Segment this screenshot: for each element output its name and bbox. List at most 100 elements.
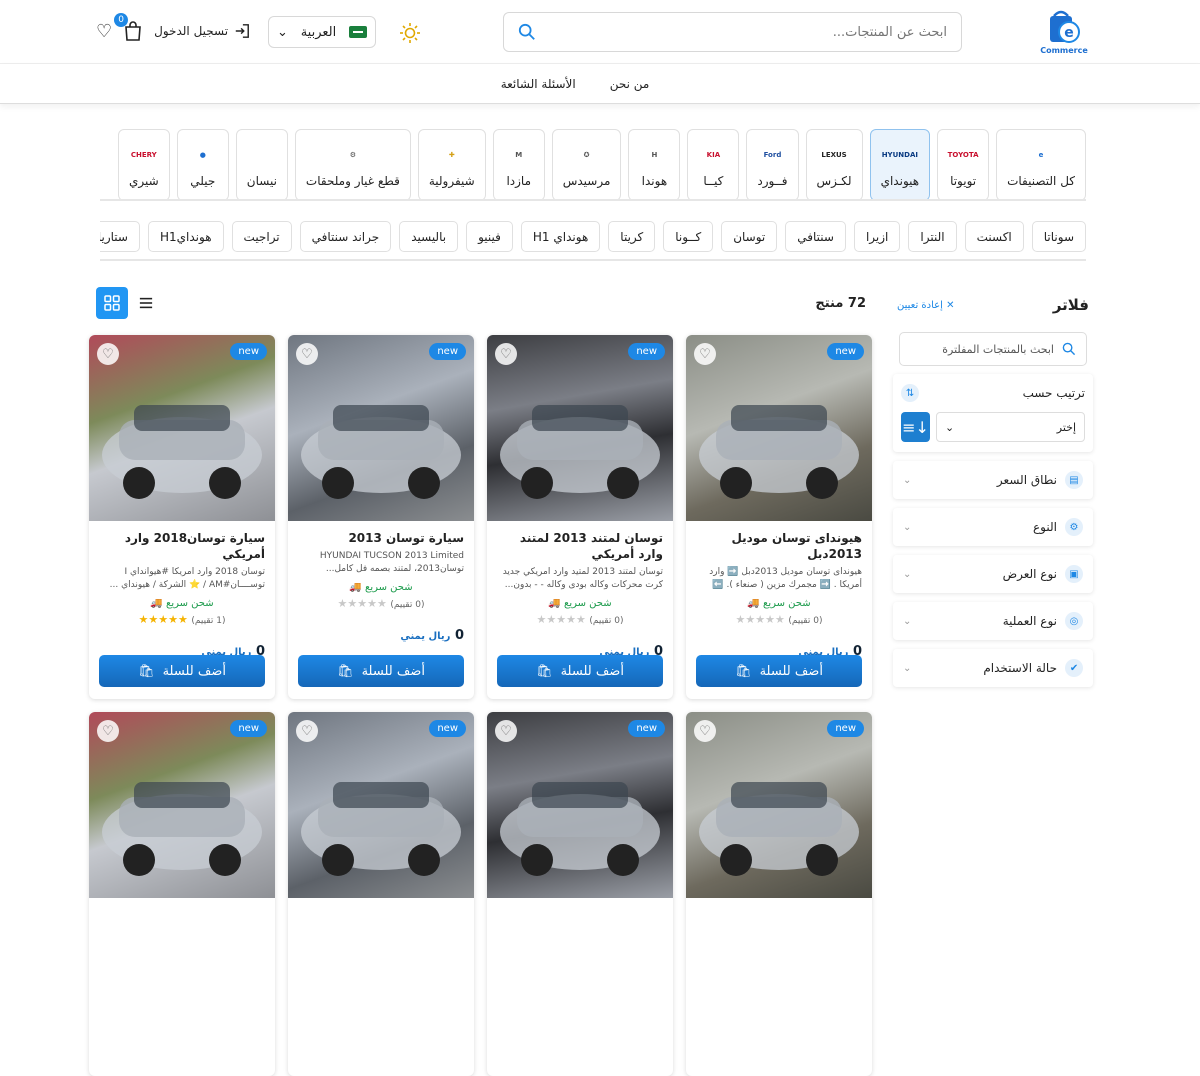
favorite-heart-icon[interactable]: ♡ [97,343,119,365]
operation-icon: ◎ [1065,612,1083,630]
car-image [500,782,660,876]
product-title[interactable]: توسان لمتند 2013 لمتند وارد أمريكي [497,530,663,562]
category-label: مازدا [506,174,531,188]
category-12[interactable]: ● جيلي [176,129,229,199]
car-image [699,782,859,876]
category-11[interactable]: نيسان [235,129,288,199]
filter-4[interactable]: ✔ حالة الاستخدام ⌄ [893,649,1093,687]
category-13[interactable]: CHERY شيري [117,129,170,199]
login-link[interactable]: تسجيل الدخول [154,23,250,39]
product-card[interactable]: ♡ new [487,712,673,1076]
favorite-heart-icon[interactable]: ♡ [495,343,517,365]
reset-filters-link[interactable]: ✕ إعادة تعيين [897,300,954,311]
product-card[interactable]: ♡ new هيونداى توسان موديل 2013دبل هيونداى ت… [686,335,872,699]
model-chip[interactable]: فينيو [466,221,513,252]
favorite-heart-icon[interactable]: ♡ [296,720,318,742]
category-10[interactable]: ⚙ قطع غيار وملحقات [294,129,411,199]
model-chip[interactable]: سوناتا [1031,221,1086,252]
search-bar[interactable] [503,12,962,52]
category-3[interactable]: LEXUS لكـزس [805,129,863,199]
product-photo[interactable]: ♡ new [686,712,872,898]
model-chip[interactable]: هونداي H1 [520,221,601,252]
favorites-heart-icon[interactable]: ♡ [96,21,112,42]
favorite-heart-icon[interactable]: ♡ [495,720,517,742]
product-card[interactable]: ♡ new توسان لمتند 2013 لمتند وارد أمريكي تو… [487,335,673,699]
model-chip[interactable]: توسان [721,221,778,252]
category-9[interactable]: ✚ شيفرولية [417,129,486,199]
rating: (0 تقييم) ★★★★★ [337,597,425,610]
sort-direction-button[interactable]: ↓≡ [901,412,930,442]
nav-faq[interactable]: الأسئلة الشائعة [501,77,576,91]
product-title[interactable]: سيارة توسان 2013 [298,530,464,546]
category-4[interactable]: Ford فــورد [746,129,799,199]
grid-view-button[interactable] [96,287,128,319]
model-chips: سوناتا اكسنت النترا ازيرا سنتافي توسان كــونا ك… [100,221,1086,261]
product-photo[interactable]: ♡ new [288,712,474,898]
product-photo[interactable]: ♡ new [487,335,673,521]
add-to-cart-button[interactable]: أضف للسلة 🛍 [497,655,663,687]
sort-value: إختر [1056,420,1076,434]
category-label: هوندا [641,174,668,188]
svg-text:Commerce: Commerce [1040,46,1088,55]
model-chip[interactable]: هونداي‌H1 [147,221,224,252]
model-chip[interactable]: سنتافي [785,221,846,252]
model-chip[interactable]: تراجيت [231,221,292,252]
product-card[interactable]: ♡ new [686,712,872,1076]
favorite-heart-icon[interactable]: ♡ [97,720,119,742]
category-label: مرسيدس [562,174,611,188]
product-photo[interactable]: ♡ new [89,335,275,521]
product-card[interactable]: ♡ new [89,712,275,1076]
add-to-cart-button[interactable]: أضف للسلة 🛍 [298,655,464,687]
site-logo[interactable]: e Commerce [1036,8,1092,58]
add-to-cart-label: أضف للسلة [759,663,823,679]
category-6[interactable]: H هوندا [628,129,681,199]
product-grid: ♡ new هيونداى توسان موديل 2013دبل هيونداى ت… [89,335,872,1076]
product-card[interactable]: ♡ new سيارة توسان 2013 HYUNDAI TUCSON 2013 … [288,335,474,699]
product-title[interactable]: سيارة توسان2018 وارد أمريكي [99,530,265,562]
sort-select[interactable]: إختر ⌄ [936,412,1085,442]
model-chip[interactable]: باليسيد [399,221,459,252]
category-label: لكـزس [816,174,852,188]
list-view-button[interactable] [136,293,156,313]
filter-3[interactable]: ◎ نوع العملية ⌄ [893,602,1093,640]
product-card[interactable]: ♡ new سيارة توسان2018 وارد أمريكي توسان 201… [89,335,275,699]
model-chip[interactable]: جراند سنتافي [299,221,392,252]
category-7[interactable]: ✪ مرسيدس [551,129,622,199]
product-title[interactable]: هيونداى توسان موديل 2013دبل [696,530,862,562]
language-select[interactable]: العربية ⌄ [268,16,376,48]
theme-toggle-sun-icon[interactable] [399,22,421,44]
favorite-heart-icon[interactable]: ♡ [694,343,716,365]
model-chip[interactable]: ستاريا [100,221,140,252]
filter-search-input[interactable]: ابحث بالمنتجات المفلترة [899,332,1087,366]
brand-logo-icon: HYUNDAI [881,151,918,159]
filter-0[interactable]: ▤ نطاق السعر ⌄ [893,461,1093,499]
category-8[interactable]: M مازدا [492,129,545,199]
model-chip[interactable]: النترا [908,221,957,252]
cart-button[interactable]: 0 [114,13,144,42]
product-photo[interactable]: ♡ new [487,712,673,898]
model-chip[interactable]: اكسنت [964,221,1024,252]
category-5[interactable]: KIA كيــا [687,129,740,199]
product-photo[interactable]: ♡ new [89,712,275,898]
product-card[interactable]: ♡ new [288,712,474,1076]
category-0[interactable]: e كل التصنيفات [996,129,1086,199]
filter-2[interactable]: ▣ نوع العرض ⌄ [893,555,1093,593]
product-description: توسان 2018 وارد امريكا #هيوانداي I توســ… [109,567,265,590]
add-to-cart-button[interactable]: أضف للسلة 🛍 [99,655,265,687]
model-chip[interactable]: كــونا [663,221,714,252]
search-icon[interactable] [518,23,536,41]
category-2[interactable]: HYUNDAI هيونداي [869,129,931,199]
nav-about[interactable]: من نحن [610,77,650,91]
filter-1[interactable]: ⚙ النوع ⌄ [893,508,1093,546]
model-chip[interactable]: ازيرا [853,221,901,252]
search-input[interactable] [536,24,947,40]
product-photo[interactable]: ♡ new [288,335,474,521]
model-chip[interactable]: كريتا [608,221,656,252]
category-1[interactable]: TOYOTA تويوتا [937,129,990,199]
product-photo[interactable]: ♡ new [686,335,872,521]
type-icon: ⚙ [1065,518,1083,536]
rating-count: (0 تقييم) [589,616,624,626]
add-to-cart-button[interactable]: أضف للسلة 🛍 [696,655,862,687]
favorite-heart-icon[interactable]: ♡ [694,720,716,742]
favorite-heart-icon[interactable]: ♡ [296,343,318,365]
